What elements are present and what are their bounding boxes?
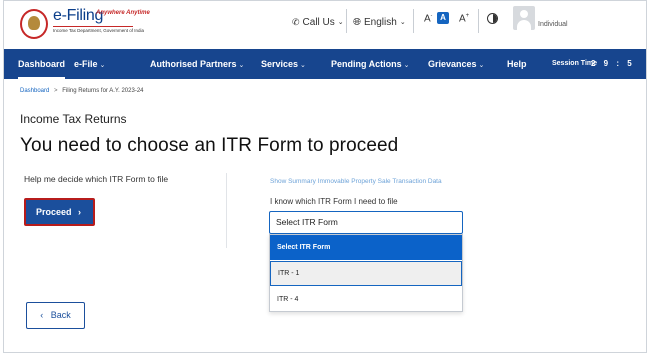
header-divider (478, 9, 479, 33)
chevron-down-icon: ⌄ (300, 62, 306, 69)
session-time-value: 2 9 : 5 5 (591, 59, 635, 98)
chevron-down-icon: ⌄ (399, 19, 406, 26)
itr-form-dropdown: Select ITR Form ITR - 1 ITR - 4 (269, 234, 463, 312)
section-title: Income Tax Returns (20, 112, 127, 126)
emblem-icon (20, 9, 48, 39)
breadcrumb: Dashboard > Filing Returns for A.Y. 2023… (20, 88, 144, 94)
call-us-label: Call Us (302, 16, 335, 28)
chevron-left-icon: ‹ (40, 310, 44, 320)
breadcrumb-separator-icon: > (54, 88, 58, 94)
help-decide-text: Help me decide which ITR Form to file (24, 174, 169, 184)
nav-item-dashboard[interactable]: Dashboard (18, 49, 66, 79)
proceed-button[interactable]: Proceed › (24, 198, 95, 226)
nav-item-help[interactable]: Help (507, 49, 527, 79)
itr-form-select[interactable]: Select ITR Form (269, 211, 463, 234)
header-divider (413, 9, 414, 33)
call-us-menu[interactable]: ✆ Call Us ⌄ (292, 11, 344, 33)
nav-item-authorised-partners[interactable]: Authorised Partners ⌄ (150, 49, 244, 79)
chevron-down-icon: ⌄ (403, 62, 410, 69)
logo-subtitle: Income Tax Department, Government of Ind… (53, 28, 144, 33)
logo-divider (53, 26, 133, 27)
dropdown-option-itr-4[interactable]: ITR - 4 (270, 288, 462, 312)
font-increase-button[interactable]: A+ (459, 13, 469, 24)
header-divider (346, 9, 347, 33)
breadcrumb-dashboard-link[interactable]: Dashboard (20, 88, 49, 94)
nav-item-efile[interactable]: e-File ⌄ (74, 49, 105, 79)
globe-icon: 🌐︎ (353, 16, 361, 28)
avatar[interactable] (513, 6, 535, 30)
page-title: You need to choose an ITR Form to procee… (20, 135, 399, 156)
phone-icon: ✆ (292, 16, 300, 27)
font-decrease-button[interactable]: A- (424, 13, 432, 24)
language-menu[interactable]: 🌐︎ English ⌄ (353, 11, 406, 33)
contrast-icon[interactable] (487, 13, 498, 24)
back-label: Back (50, 310, 71, 320)
summary-property-link[interactable]: Show Summary Immovable Property Sale Tra… (270, 178, 442, 185)
column-divider (226, 173, 227, 248)
proceed-label: Proceed (36, 207, 72, 217)
top-header: e-Filing Anywhere Anytime Income Tax Dep… (4, 1, 646, 49)
chevron-down-icon: ⌄ (478, 62, 485, 69)
nav-item-pending-actions[interactable]: Pending Actions ⌄ (331, 49, 410, 79)
dropdown-option-select-itr-form[interactable]: Select ITR Form (270, 235, 462, 260)
nav-item-services[interactable]: Services ⌄ (261, 49, 306, 79)
nav-item-grievances[interactable]: Grievances ⌄ (428, 49, 484, 79)
chevron-down-icon: ⌄ (238, 62, 245, 69)
chevron-down-icon: ⌄ (337, 19, 344, 26)
app-window: e-Filing Anywhere Anytime Income Tax Dep… (3, 0, 647, 353)
back-button[interactable]: ‹ Back (26, 302, 85, 329)
itr-form-label: I know which ITR Form I need to file (270, 197, 398, 206)
language-label: English (364, 16, 397, 28)
chevron-right-icon: › (78, 207, 82, 217)
font-default-button[interactable]: A (437, 12, 449, 24)
main-nav: Dashboard e-File ⌄ Authorised Partners ⌄ S… (4, 49, 646, 98)
chevron-down-icon: ⌄ (99, 62, 106, 69)
user-role: Individual (538, 21, 568, 28)
dropdown-option-itr-1[interactable]: ITR - 1 (270, 261, 462, 286)
logo-tagline: Anywhere Anytime (96, 10, 150, 16)
breadcrumb-current: Filing Returns for A.Y. 2023-24 (62, 88, 144, 94)
